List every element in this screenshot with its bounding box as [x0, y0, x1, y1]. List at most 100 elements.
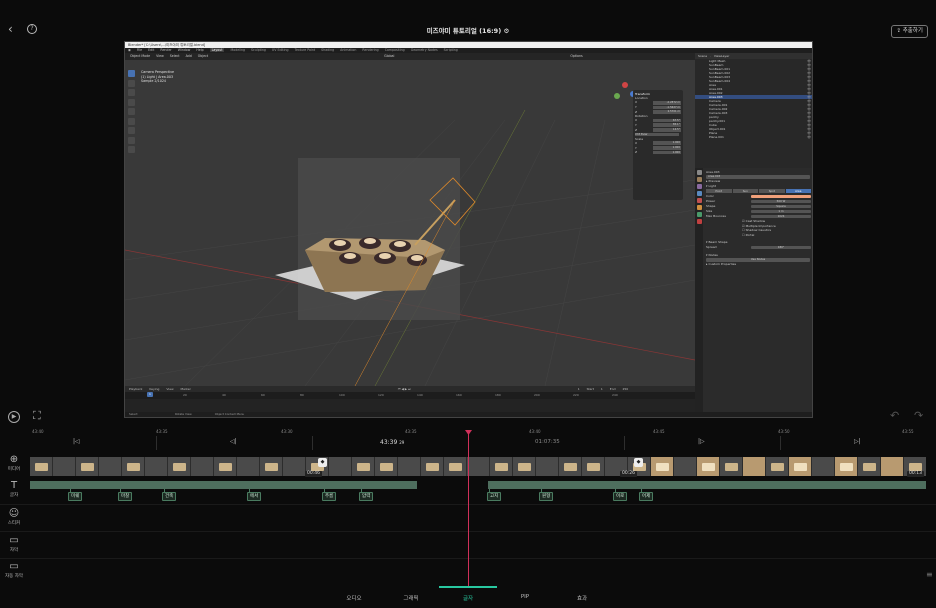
location-z[interactable]: 2.5701 m [653, 110, 681, 114]
menu-edit[interactable]: Edit [148, 48, 154, 52]
move-tool-icon[interactable] [128, 89, 135, 96]
object-menu[interactable]: Object [198, 54, 208, 58]
end-frame-field[interactable]: 250 [622, 387, 628, 391]
custom-properties-section[interactable]: ▸ Custom Properties [706, 262, 811, 267]
add-sticker-button[interactable]: ☺ 스티커 [0, 508, 28, 526]
play-icon[interactable]: ▶ [8, 411, 20, 423]
collapse-icon[interactable]: ≡ [926, 570, 933, 579]
3d-viewport[interactable]: Camera Perspective (1) Light | Area.003 … [125, 60, 695, 386]
ws-sculpting[interactable]: Sculpting [251, 48, 266, 52]
playback-menu[interactable]: Playback [129, 387, 142, 391]
ws-layout[interactable]: Layout [209, 48, 225, 52]
ws-shading[interactable]: Shading [321, 48, 334, 52]
caption-clip[interactable]: 고지 [487, 492, 502, 501]
caption-clip[interactable]: 주름 [322, 492, 337, 501]
caption-clip[interactable]: 건축 [162, 492, 177, 501]
ws-modeling[interactable]: Modeling [231, 48, 246, 52]
add-media-button[interactable]: ⊕ 미디어 [0, 454, 28, 472]
render-tab-icon[interactable] [696, 177, 702, 182]
jump-start-icon[interactable]: |◁ [73, 438, 80, 445]
prev-frame-icon[interactable]: ◁| [230, 438, 237, 445]
object-mode-select[interactable]: Object Mode [130, 54, 150, 58]
cursor-tool-icon[interactable] [128, 79, 135, 87]
rotation-y[interactable]: 85.1° [653, 123, 681, 128]
undo-icon[interactable]: ↶ [890, 409, 899, 422]
playhead[interactable] [468, 430, 469, 586]
tab-audio[interactable]: 오디오 [334, 594, 374, 602]
light-type-point[interactable]: Point [706, 189, 732, 194]
caption-clip[interactable]: 어제 [639, 492, 654, 501]
add-menu[interactable]: Add [186, 54, 192, 58]
transform-tool-icon[interactable] [128, 117, 135, 125]
ws-compositing[interactable]: Compositing [385, 48, 405, 52]
rotation-x[interactable]: 67.5° [653, 118, 681, 123]
ws-rendering[interactable]: Rendering [362, 48, 378, 52]
next-frame-icon[interactable]: |▷ [698, 438, 705, 445]
scene-tab-icon[interactable] [696, 198, 702, 203]
transform-orientation[interactable]: Global [384, 54, 394, 58]
menu-help[interactable]: Help [196, 48, 203, 52]
auto-subtitle-button[interactable]: ▭ 자동 자막 [0, 561, 28, 579]
location-y[interactable]: -1.5627 m [653, 105, 681, 110]
menu-file[interactable]: File [137, 48, 142, 52]
scale-tool-icon[interactable] [128, 108, 135, 115]
transition-icon[interactable]: ◆ [318, 458, 327, 467]
light-type-spot[interactable]: Spot [759, 189, 785, 194]
text-clip-bar[interactable] [488, 481, 926, 489]
caption-clip[interactable]: 원형 [539, 492, 554, 501]
ws-scripting[interactable]: Scripting [444, 48, 458, 52]
tab-pip[interactable]: PIP [505, 594, 545, 600]
keying-menu[interactable]: Keying [149, 387, 159, 391]
light-size-field[interactable]: 1 m [751, 209, 811, 214]
timeline-view-menu[interactable]: View [166, 387, 173, 391]
light-data-name[interactable]: Area.003 [706, 174, 810, 179]
project-title[interactable]: 미즈야미 튜토리얼 (16:9) ⚙ [0, 25, 936, 35]
menu-render[interactable]: Render [160, 48, 171, 52]
jump-end-icon[interactable]: ▷| [854, 438, 861, 445]
measure-tool-icon[interactable] [128, 136, 135, 144]
tab-effects[interactable]: 효과 [562, 594, 602, 602]
caption-clip[interactable]: 이로 [613, 492, 628, 501]
scale-x[interactable]: 1.000 [653, 141, 681, 146]
rotation-mode-select[interactable]: XYZ Euler [635, 132, 679, 137]
tab-text[interactable]: 글자 [448, 594, 488, 602]
object-tab-icon[interactable] [696, 205, 702, 210]
scale-z[interactable]: 1.000 [653, 150, 681, 155]
max-bounces-field[interactable]: 1024 [751, 214, 811, 219]
view-layer-tab-icon[interactable] [696, 191, 702, 196]
current-frame-field[interactable]: 1 [578, 387, 580, 391]
annotate-tool-icon[interactable] [128, 127, 135, 134]
ws-texture[interactable]: Texture Paint [295, 48, 316, 52]
rotate-tool-icon[interactable] [128, 98, 135, 106]
view-menu[interactable]: View [156, 54, 164, 58]
tool-tab-icon[interactable] [696, 170, 702, 175]
caption-clip[interactable]: 미쉐 [68, 492, 83, 501]
location-x[interactable]: -2.2872 m [653, 100, 681, 105]
light-color-field[interactable] [751, 194, 811, 199]
output-tab-icon[interactable] [696, 184, 702, 189]
light-type-sun[interactable]: Sun [732, 189, 758, 194]
select-tool-icon[interactable] [128, 70, 135, 77]
caption-clip[interactable]: 압력 [359, 492, 374, 501]
light-type-area[interactable]: Area [785, 189, 811, 194]
export-button[interactable]: ⇪ 추출하기 [891, 25, 928, 38]
portal-checkbox[interactable]: ☐ Portal [706, 233, 811, 238]
light-shape-field[interactable]: Square [751, 204, 811, 209]
add-subtitle-button[interactable]: ▭ 자막 [0, 535, 28, 553]
caption-clip[interactable]: 에서 [247, 492, 262, 501]
spread-field[interactable]: 180° [751, 245, 811, 250]
menu-window[interactable]: Window [178, 48, 191, 52]
start-frame-field[interactable]: 1 [601, 387, 603, 391]
ws-uv[interactable]: UV Editing [272, 48, 289, 52]
video-track[interactable] [30, 457, 926, 476]
redo-icon[interactable]: ↷ [914, 409, 923, 422]
select-menu[interactable]: Select [170, 54, 180, 58]
timeline-ruler[interactable]: 1 20 40 60 80 100 120 140 160 180 200 22… [125, 392, 695, 399]
ws-geonodes[interactable]: Geometry Nodes [411, 48, 438, 52]
frame-indicator[interactable]: 1 [147, 392, 153, 397]
light-power-field[interactable]: 500 W [751, 199, 811, 204]
light-data-tab-icon[interactable] [696, 212, 702, 217]
light-section[interactable]: ▾ Light [706, 184, 811, 189]
text-clip-bar[interactable] [30, 481, 417, 489]
rotation-z[interactable]: 14.5° [653, 128, 681, 132]
